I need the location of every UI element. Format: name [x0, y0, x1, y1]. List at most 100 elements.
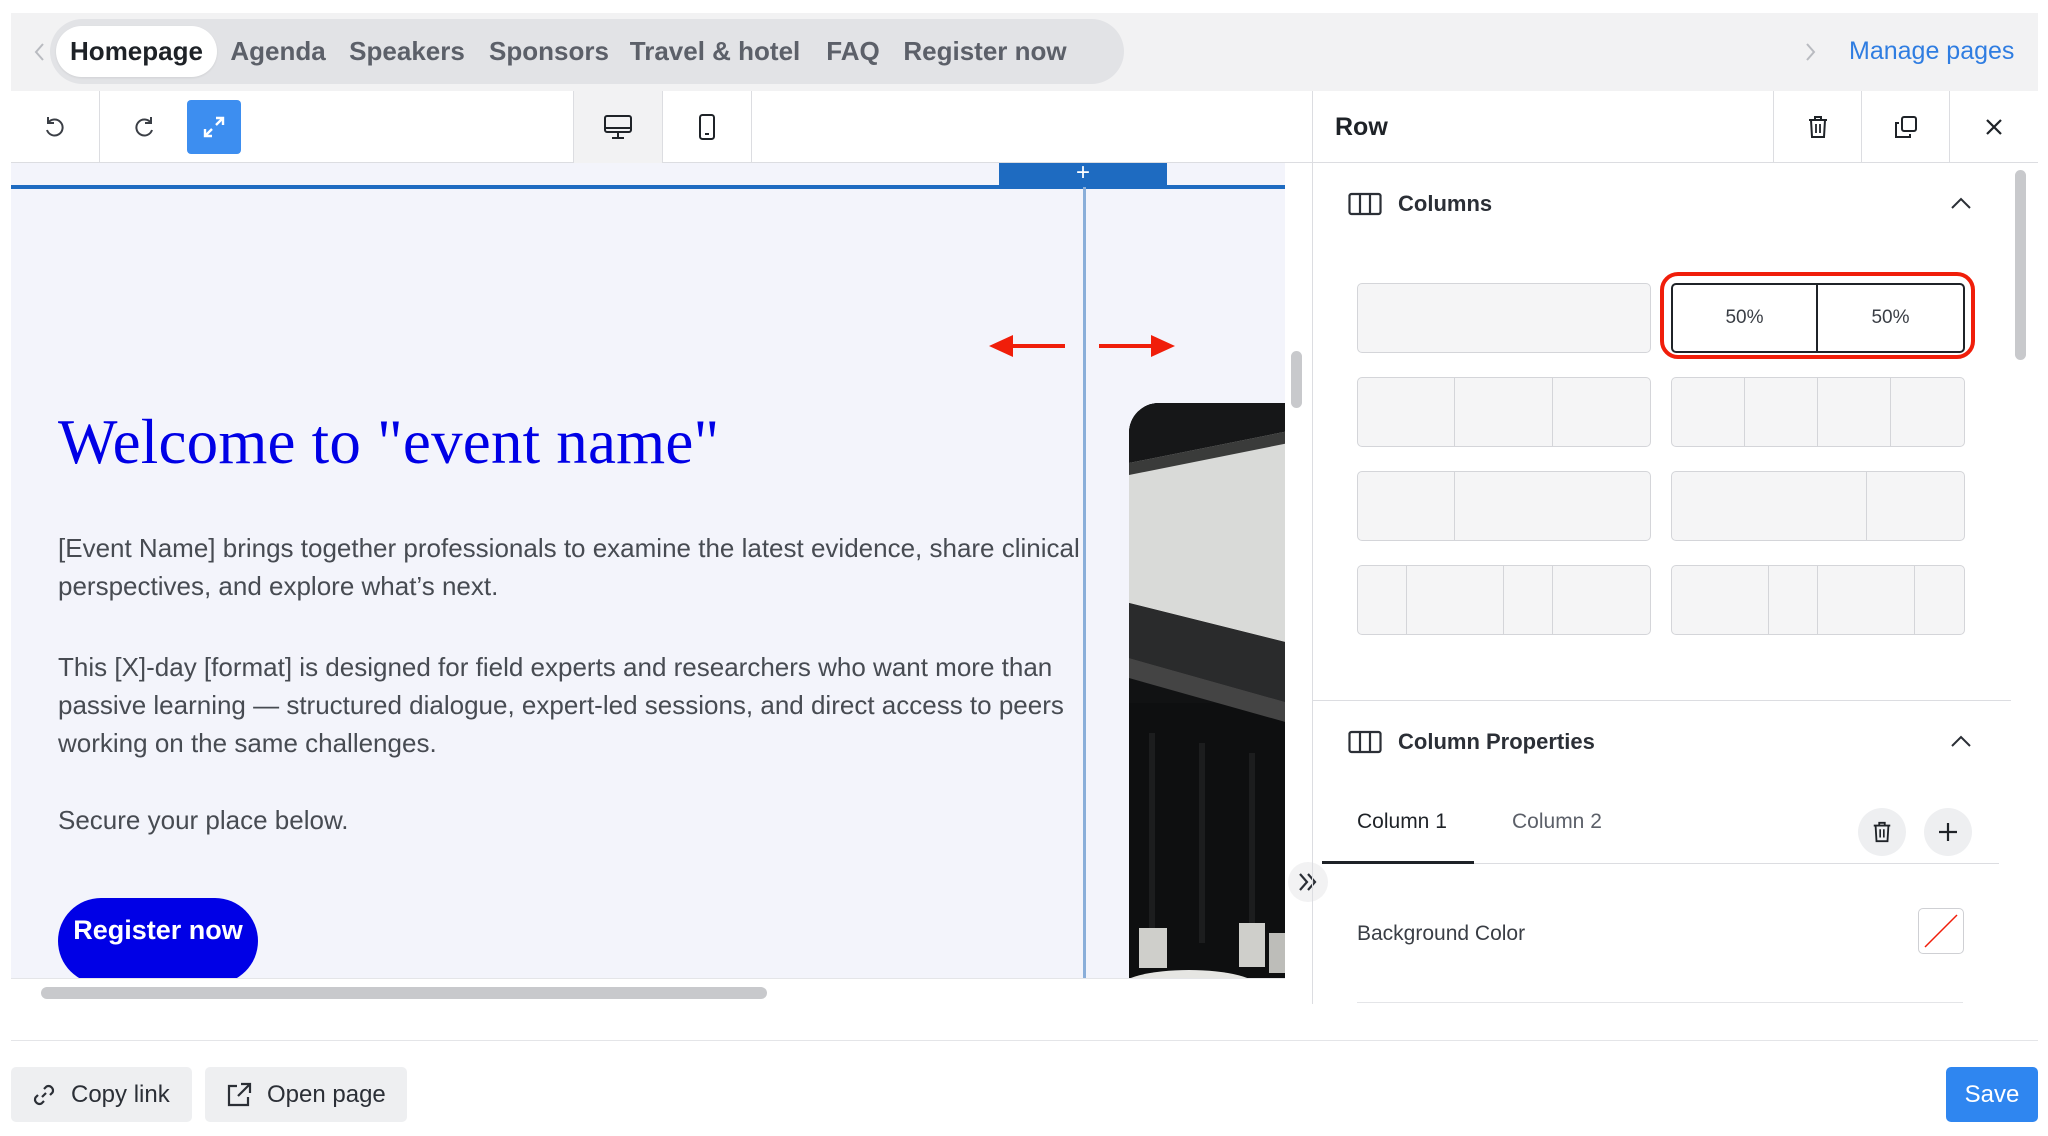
delete-row-button[interactable]: [1773, 91, 1861, 163]
open-page-button[interactable]: Open page: [205, 1067, 407, 1122]
tab-homepage[interactable]: Homepage: [56, 26, 217, 77]
add-column-button[interactable]: [1924, 808, 1972, 856]
tab-travel-hotel[interactable]: Travel & hotel: [622, 26, 808, 77]
chevron-up-icon[interactable]: [1950, 734, 1972, 748]
page-canvas[interactable]: + Welcome to "event name" [Event Name] b…: [11, 163, 1285, 978]
scrollbar-thumb[interactable]: [41, 987, 767, 999]
layout-cell: [1358, 284, 1650, 352]
hero-paragraph[interactable]: [Event Name] brings together professiona…: [58, 529, 1098, 605]
page-tabs: Homepage Agenda Speakers Sponsors Travel…: [50, 19, 1124, 84]
toggle-panel-button[interactable]: [1288, 862, 1328, 902]
tab-column-2[interactable]: Column 2: [1512, 810, 1602, 834]
layout-cell: [1745, 378, 1818, 446]
undo-icon: [46, 117, 64, 137]
arrow-right-icon: [1099, 335, 1175, 357]
tab-agenda[interactable]: Agenda: [220, 26, 336, 77]
add-row-button[interactable]: +: [999, 163, 1167, 187]
copy-link-label: Copy link: [71, 1080, 170, 1108]
layout-cell: [1672, 378, 1745, 446]
columns-icon: [1348, 192, 1382, 216]
trash-icon: [1873, 821, 1891, 843]
link-icon: [33, 1084, 55, 1105]
register-now-button[interactable]: Register now: [58, 898, 258, 978]
redo-button[interactable]: [100, 91, 187, 163]
delete-column-button[interactable]: [1858, 808, 1906, 856]
hero-paragraph[interactable]: This [X]-day [format] is designed for fi…: [58, 648, 1098, 762]
layout-cell: [1769, 566, 1818, 634]
arrow-left-icon: [989, 335, 1065, 357]
layout-cell: [1672, 472, 1867, 540]
manage-pages-link[interactable]: Manage pages: [1849, 37, 2014, 66]
column-properties-section-header[interactable]: Column Properties: [1348, 722, 1595, 762]
highlight-annotation: [1660, 272, 1975, 359]
layout-cell: [1891, 378, 1964, 446]
tab-sponsors[interactable]: Sponsors: [480, 26, 618, 77]
mobile-view-button[interactable]: [663, 91, 751, 163]
chevron-right-icon: [1806, 43, 1816, 61]
chevron-left-icon: [34, 43, 44, 61]
background-color-swatch[interactable]: [1918, 908, 1964, 954]
active-tab-indicator: [1322, 861, 1474, 864]
layout-option-2-1-2-1-col[interactable]: [1671, 565, 1965, 635]
layout-option-1-2-col[interactable]: [1357, 471, 1651, 541]
desktop-view-button[interactable]: [573, 91, 663, 163]
chevron-up-icon[interactable]: [1950, 196, 1972, 210]
canvas-vertical-scrollbar[interactable]: [1291, 351, 1302, 408]
copy-link-button[interactable]: Copy link: [11, 1067, 192, 1122]
desktop-icon: [604, 115, 632, 139]
mobile-icon: [699, 114, 715, 140]
toolbar-divider: [751, 91, 752, 163]
layout-cell: [1818, 378, 1891, 446]
panel-title: Row: [1335, 113, 1388, 141]
layout-option-2-1-col[interactable]: [1671, 471, 1965, 541]
duplicate-icon: [1894, 116, 1917, 138]
layout-option-1-col[interactable]: [1357, 283, 1651, 353]
panel-header: Row: [1313, 91, 2038, 163]
layout-option-3-col[interactable]: [1357, 377, 1651, 447]
layout-cell: [1358, 566, 1407, 634]
save-button[interactable]: Save: [1946, 1067, 2038, 1122]
hero-paragraph[interactable]: Secure your place below.: [58, 801, 1098, 839]
canvas-horizontal-scrollbar[interactable]: [11, 978, 1285, 1004]
hero-image[interactable]: [1129, 403, 1285, 978]
tab-register-now[interactable]: Register now: [896, 26, 1074, 77]
expand-button[interactable]: [187, 100, 241, 154]
tab-speakers[interactable]: Speakers: [338, 26, 476, 77]
columns-section-title: Columns: [1398, 191, 1493, 216]
layout-cell: [1358, 378, 1456, 446]
close-panel-button[interactable]: [1949, 91, 2037, 163]
layout-cell: [1672, 566, 1770, 634]
plus-icon: [1939, 823, 1957, 841]
open-page-label: Open page: [267, 1080, 386, 1108]
trash-icon: [1808, 116, 1827, 138]
scroll-right-button[interactable]: [1797, 37, 1825, 67]
page-nav-bar: Homepage Agenda Speakers Sponsors Travel…: [11, 13, 2038, 91]
undo-button[interactable]: [11, 91, 99, 163]
scroll-left-button[interactable]: [25, 37, 53, 67]
panel-divider: [1312, 91, 1313, 1004]
layout-cell: [1455, 378, 1553, 446]
editor-toolbar: [11, 91, 1313, 163]
layout-cell: [1455, 472, 1650, 540]
columns-section-header[interactable]: Columns: [1348, 184, 1492, 224]
layout-cell: [1504, 566, 1553, 634]
close-icon: [1985, 119, 2002, 135]
background-color-label: Background Color: [1357, 922, 1526, 945]
layout-option-1-2-1-2-col[interactable]: [1357, 565, 1651, 635]
external-link-icon: [227, 1082, 252, 1106]
tab-column-1[interactable]: Column 1: [1357, 810, 1447, 834]
tab-faq[interactable]: FAQ: [810, 26, 896, 77]
duplicate-row-button[interactable]: [1861, 91, 1949, 163]
expand-icon: [203, 116, 225, 138]
hero-title[interactable]: Welcome to "event name": [58, 406, 719, 479]
layout-cell: [1407, 566, 1504, 634]
double-chevron-right-icon: [1299, 873, 1317, 891]
columns-icon: [1348, 730, 1382, 754]
layout-cell: [1915, 566, 1964, 634]
layout-cell: [1867, 472, 1964, 540]
no-color-icon: [1924, 914, 1958, 948]
panel-vertical-scrollbar[interactable]: [2015, 170, 2026, 360]
section-divider: [1313, 700, 2011, 701]
layout-option-4-col[interactable]: [1671, 377, 1965, 447]
layout-cell: [1553, 378, 1650, 446]
